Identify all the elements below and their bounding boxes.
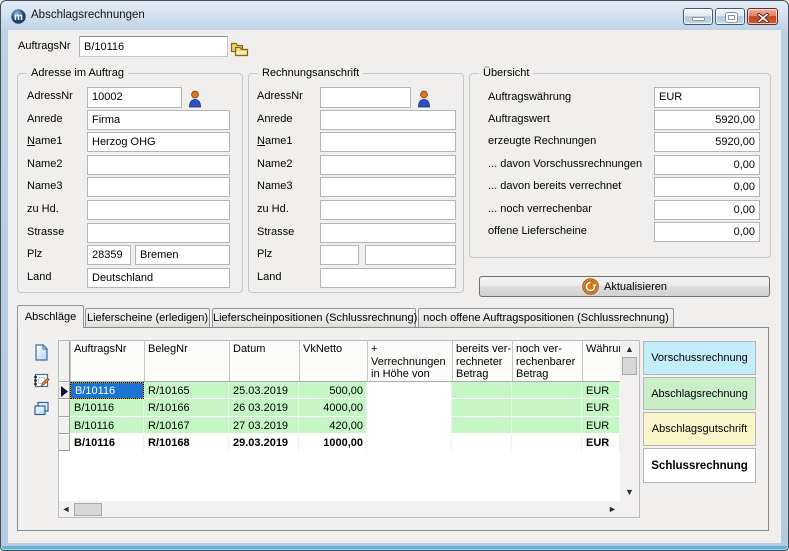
svg-text:m: m — [14, 12, 23, 23]
